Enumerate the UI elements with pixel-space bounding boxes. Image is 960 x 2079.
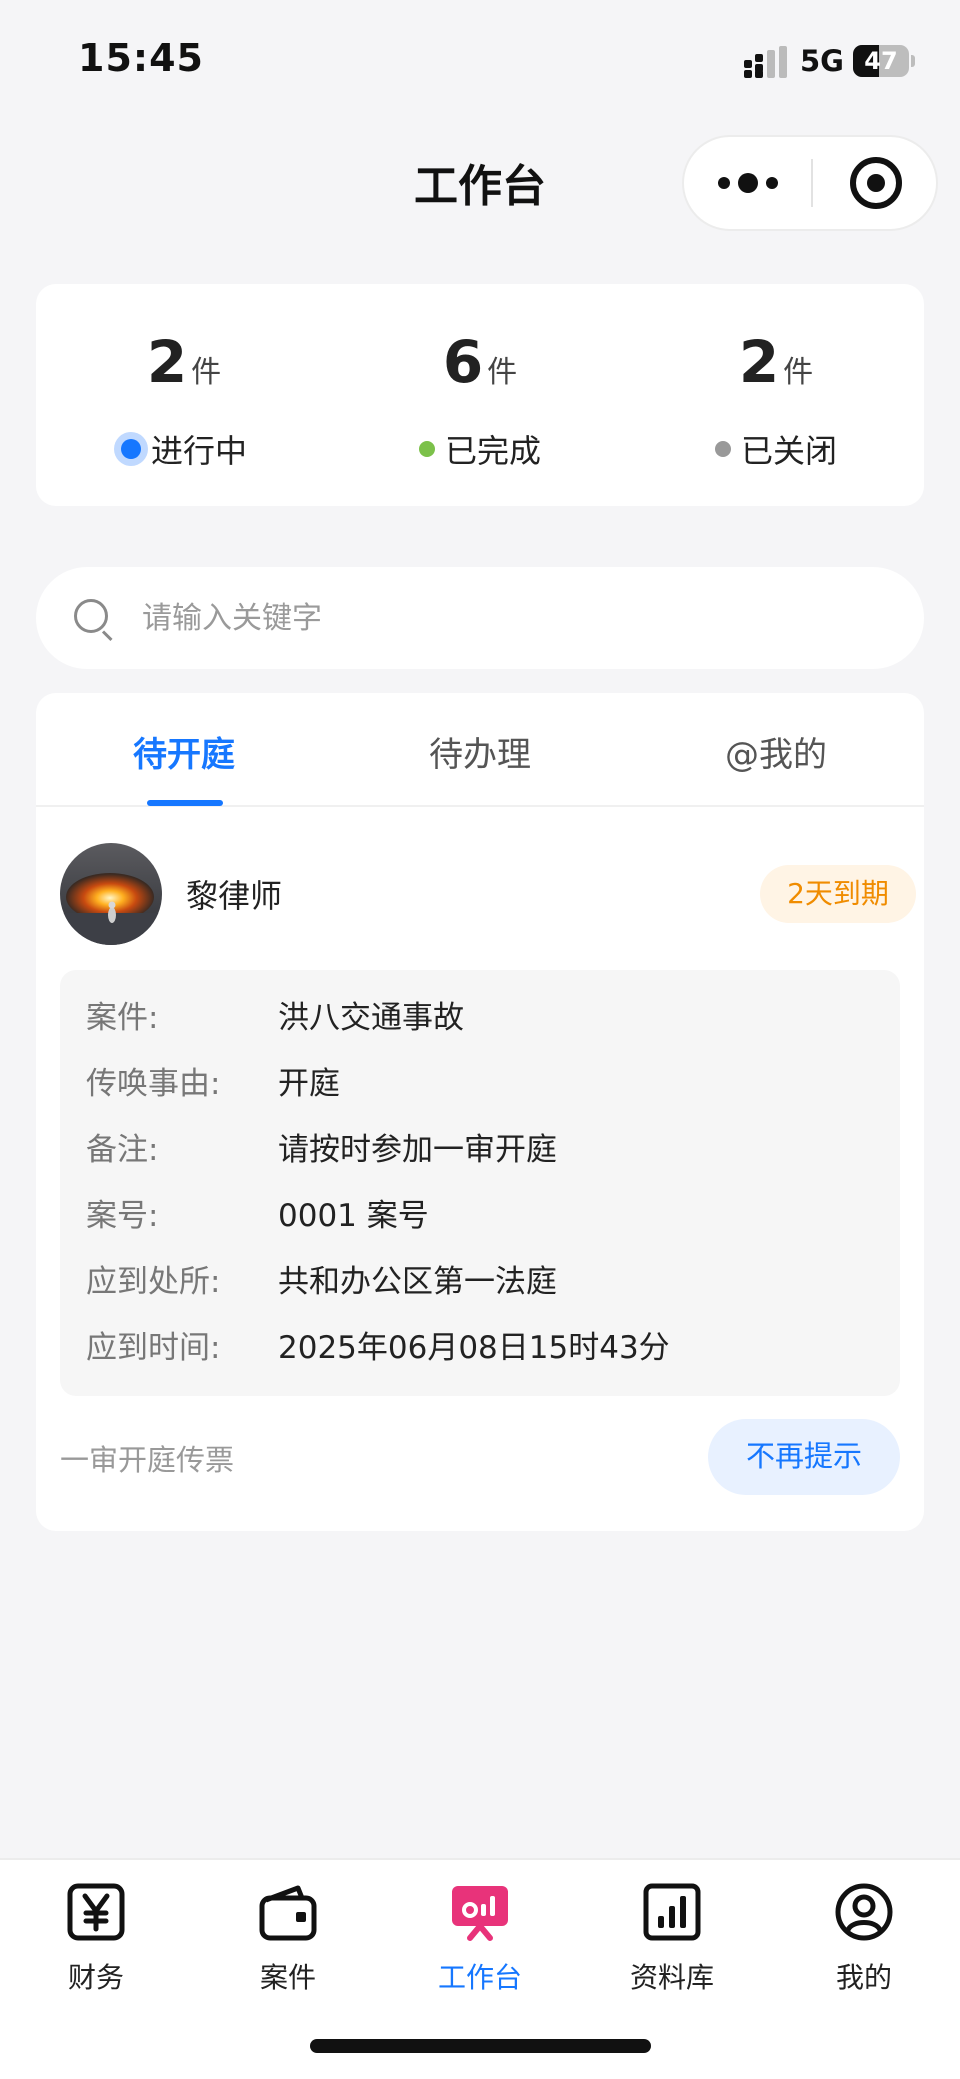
tab-pending-hearing[interactable]: 待开庭 [36,693,332,805]
more-dot-icon [717,177,730,189]
detail-row-note: 备注: 请按时参加一审开庭 [60,1124,900,1190]
battery-level: 47 [864,47,898,75]
detail-value: 2025年06月08日15时43分 [278,1330,670,1366]
nav-label: 资料库 [629,1961,714,1994]
detail-value: 请按时参加一审开庭 [278,1132,557,1168]
stats-card: 2件 进行中 6件 已完成 2件 已关闭 [36,284,924,506]
status-dot-icon [714,441,731,457]
detail-value: 共和办公区第一法庭 [278,1264,557,1300]
battery-icon: 47 [853,45,915,77]
stat-count: 2 [146,328,188,396]
detail-value: 洪八交通事故 [278,1000,464,1036]
workbench-icon [452,1886,508,1941]
lawyer-name: 黎律师 [186,877,283,915]
stat-count: 2 [738,328,780,396]
search-icon [74,599,114,642]
more-dot-icon [737,173,758,193]
detail-label: 应到处所: [86,1264,221,1300]
case-details: 案件: 洪八交通事故 传唤事由: 开庭 备注: 请按时参加一审开庭 案号: 00… [60,970,900,1396]
summon-type: 一审开庭传票 [60,1443,235,1477]
detail-row-reason: 传唤事由: 开庭 [60,1058,900,1124]
signal-icon [744,46,787,78]
stat-label: 进行中 [150,432,247,470]
mini-program-capsule [682,135,938,231]
close-miniprogram-button[interactable] [813,137,938,229]
detail-row-case: 案件: 洪八交通事故 [60,992,900,1058]
avatar [60,843,162,945]
stat-unit: 件 [783,355,814,390]
detail-label: 案件: [86,1000,159,1036]
status-time: 15:45 [78,36,204,80]
nav-label: 工作台 [437,1961,522,1994]
nav-item-finance[interactable]: 财务 [0,1860,192,2079]
nav-label: 案件 [259,1961,316,1994]
dismiss-button[interactable]: 不再提示 [708,1419,900,1495]
stat-in-progress[interactable]: 2件 进行中 [36,284,332,506]
detail-label: 传唤事由: [86,1066,221,1102]
network-label: 5G [800,44,844,78]
status-bar: 15:45 5G 47 [0,0,960,120]
target-icon [849,157,902,209]
user-icon [835,1883,893,1941]
stat-label: 已完成 [444,432,541,470]
detail-label: 备注: [86,1132,159,1168]
detail-row-time: 应到时间: 2025年06月08日15时43分 [60,1322,900,1388]
nav-item-profile[interactable]: 我的 [768,1860,960,2079]
home-indicator [310,2039,651,2053]
stat-label: 已关闭 [740,432,837,470]
detail-label: 应到时间: [86,1330,221,1366]
detail-value: 开庭 [278,1066,340,1102]
nav-label: 我的 [835,1961,892,1994]
bar-chart-icon [643,1883,701,1941]
tab-mentions[interactable]: @我的 [628,693,924,805]
stat-completed[interactable]: 6件 已完成 [332,284,628,506]
tab-bar: 待开庭 待办理 @我的 [36,693,924,807]
detail-row-case-number: 案号: 0001 案号 [60,1190,900,1256]
status-dot-icon [418,441,435,457]
wallet-icon [259,1885,317,1941]
status-dot-icon [120,439,141,459]
yen-icon [67,1883,125,1941]
stat-unit: 件 [191,355,222,390]
search-input[interactable] [142,593,882,643]
nav-label: 财务 [67,1961,124,1994]
more-button[interactable] [684,137,811,229]
search-bar[interactable] [36,567,924,669]
lawyer-row: 黎律师 2天到期 [60,843,916,945]
detail-row-location: 应到处所: 共和办公区第一法庭 [60,1256,900,1322]
tab-pending-action[interactable]: 待办理 [332,693,628,805]
tab-active-indicator [147,800,223,806]
detail-label: 案号: [86,1198,159,1234]
more-dot-icon [765,177,778,189]
summons-card: 待开庭 待办理 @我的 黎律师 2天到期 案件: 洪八交通事故 传唤事由: 开庭… [36,693,924,1531]
due-badge: 2天到期 [760,865,916,923]
stat-unit: 件 [487,355,518,390]
detail-value: 0001 案号 [278,1198,429,1234]
stat-count: 6 [442,328,484,396]
stat-closed[interactable]: 2件 已关闭 [628,284,924,506]
